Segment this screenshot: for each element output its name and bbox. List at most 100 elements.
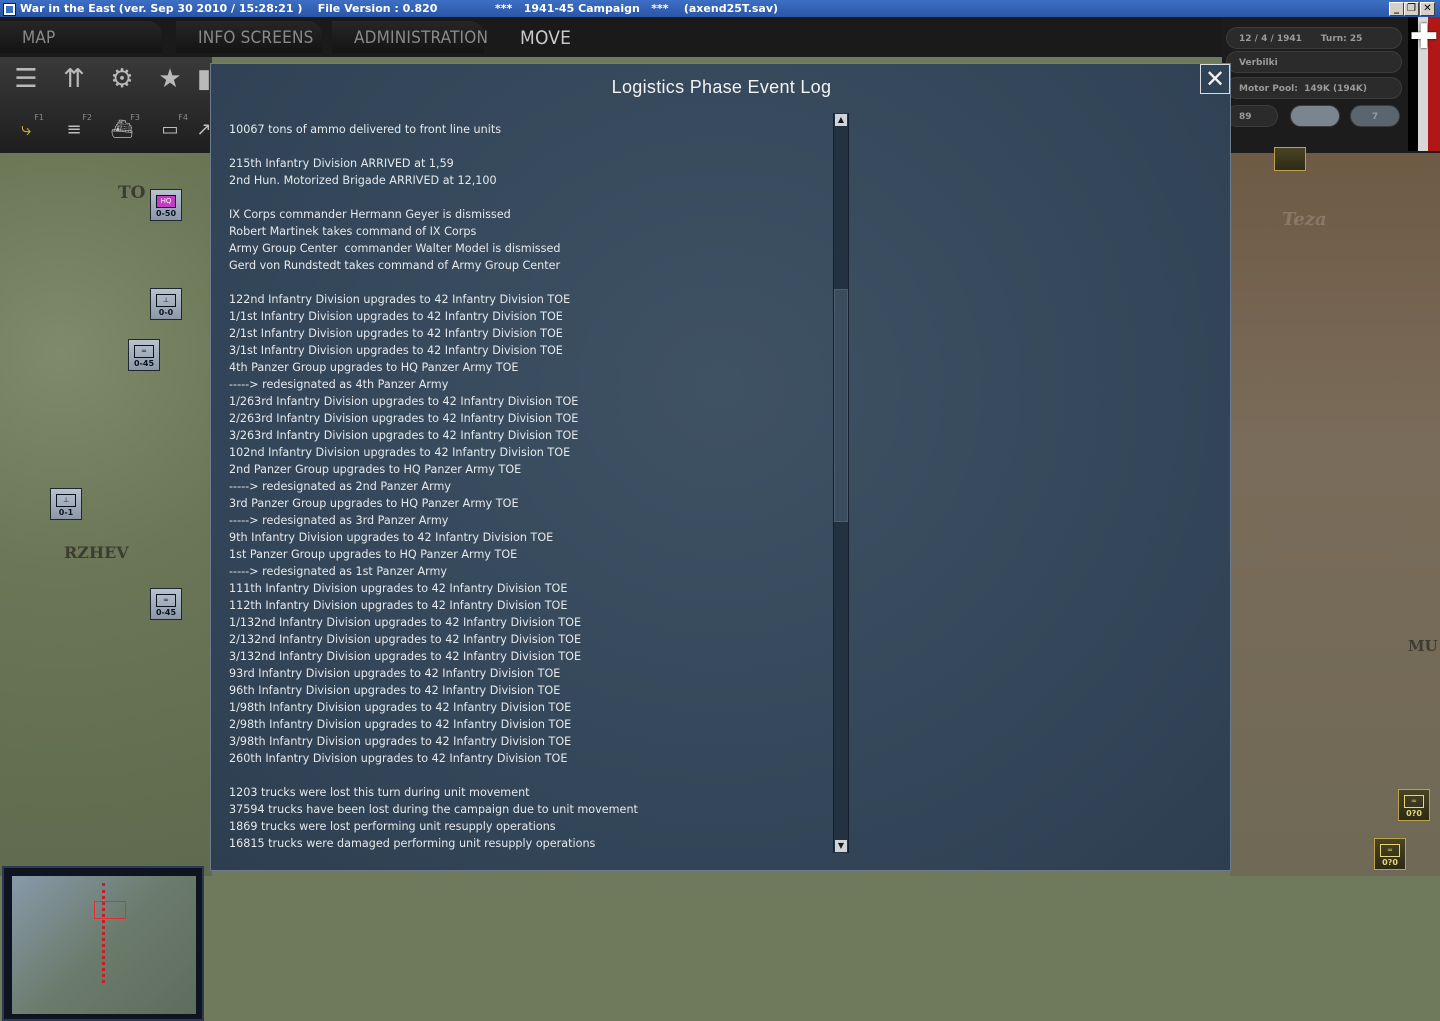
minimize-button[interactable]: _: [1389, 2, 1404, 16]
tab-move[interactable]: MOVE: [498, 21, 618, 53]
hq-label: HQ: [156, 195, 176, 208]
sea-transport-button[interactable]: ▭ F4: [150, 113, 190, 145]
log-entry: 102nd Infantry Division upgrades to 42 I…: [229, 446, 571, 459]
log-entry: 37594 trucks have been lost during the c…: [229, 803, 638, 816]
log-entry: 2/98th Infantry Division upgrades to 42 …: [229, 718, 572, 731]
log-entry: 3/98th Infantry Division upgrades to 42 …: [229, 735, 572, 748]
date-turn-display: 12 / 4 / 1941 Turn: 25: [1226, 27, 1402, 49]
unit-counter[interactable]: ∞ 0-45: [150, 588, 182, 620]
app-icon: [3, 3, 16, 16]
rail-movement-button[interactable]: ≡ F2: [54, 113, 94, 145]
log-entry: Robert Martinek takes command of IX Corp…: [229, 225, 477, 238]
log-entry: 260th Infantry Division upgrades to 42 I…: [229, 752, 568, 765]
counter-value: 0-1: [58, 508, 74, 517]
map-label-rzhev: RZHEV: [64, 543, 129, 562]
map-label-to: TO: [118, 183, 146, 203]
unit-counter[interactable]: HQ 0-50: [150, 189, 182, 221]
log-entry: 215th Infantry Division ARRIVED at 1,59: [229, 157, 454, 170]
tab-info-screens[interactable]: INFO SCREENS: [176, 21, 322, 53]
event-log-dialog: Logistics Phase Event Log ✕ 10067 tons o…: [210, 63, 1231, 871]
log-entry: 1/263rd Infantry Division upgrades to 42…: [229, 395, 579, 408]
minimap[interactable]: [2, 866, 204, 1021]
log-entry: 1869 trucks were lost performing unit re…: [229, 820, 556, 833]
map-right[interactable]: Teza MU ∞ 0?0 ∞ 0?0: [1230, 147, 1440, 876]
counter-value: 0-0: [158, 308, 174, 317]
number-badge: 7: [1350, 105, 1400, 127]
log-entry: -----> redesignated as 1st Panzer Army: [229, 565, 448, 578]
map-left[interactable]: TO RZHEV HQ 0-50 ⊥ 0-0 ∞ 0-45 ⊥ 0-1 ∞ 0-45: [0, 153, 212, 1021]
campaign-title: *** 1941-45 Campaign *** (axend25T.sav): [495, 2, 779, 15]
log-entry: 3rd Panzer Group upgrades to HQ Panzer A…: [229, 497, 519, 510]
unit-counter[interactable]: ∞ 0-45: [128, 339, 160, 371]
map-label-mu: MU: [1408, 637, 1438, 655]
log-entry: -----> redesignated as 4th Panzer Army: [229, 378, 449, 391]
dialog-title: Logistics Phase Event Log: [611, 77, 832, 97]
date-text: 12 / 4 / 1941: [1239, 34, 1302, 44]
close-dialog-button[interactable]: ✕: [1200, 64, 1230, 94]
log-entry: 1st Panzer Group upgrades to HQ Panzer A…: [229, 548, 518, 561]
gear-icon[interactable]: ⚙: [102, 59, 142, 99]
log-entry: Army Group Center commander Walter Model…: [229, 242, 561, 255]
restore-button[interactable]: ❐: [1404, 2, 1419, 16]
log-entry: 3/132nd Infantry Division upgrades to 42…: [229, 650, 582, 663]
menu-bar: MAP INFORMATION INFO SCREENS ADMINISTRAT…: [0, 17, 1222, 82]
tab-map-information[interactable]: MAP INFORMATION: [0, 21, 162, 82]
log-entry: [229, 189, 829, 206]
iron-cross-icon: ✚: [1409, 17, 1439, 57]
scroll-thumb[interactable]: [834, 289, 848, 522]
unit-counter[interactable]: ⊥ 0-1: [50, 488, 82, 520]
log-entry: -----> redesignated as 2nd Panzer Army: [229, 480, 452, 493]
units-icon[interactable]: ⇈: [54, 59, 94, 99]
log-scrollbar[interactable]: ▲ ▼: [833, 113, 849, 853]
log-entry: [229, 274, 829, 291]
turn-text: Turn: 25: [1320, 34, 1363, 44]
value-display: 89: [1226, 105, 1278, 127]
log-entry: [229, 767, 829, 784]
log-entry: IX Corps commander Hermann Geyer is dism…: [229, 208, 511, 221]
log-entry: 2/1st Infantry Division upgrades to 42 I…: [229, 327, 563, 340]
tab-administration[interactable]: ADMINISTRATION: [332, 21, 488, 53]
event-log-list: 10067 tons of ammo delivered to front li…: [229, 121, 829, 852]
location-display: Verbilki: [1226, 51, 1402, 73]
unit-counter[interactable]: ∞ 0?0: [1374, 838, 1406, 870]
log-entry: 1203 trucks were lost this turn during u…: [229, 786, 530, 799]
map-label-teza: Teza: [1282, 209, 1327, 230]
layers-icon[interactable]: ☰: [6, 59, 46, 99]
unit-counter[interactable]: ∞ 0?0: [1398, 789, 1430, 821]
minimap-viewport[interactable]: [94, 901, 126, 919]
counter-value: 0-45: [155, 608, 177, 617]
german-flag: ✚: [1408, 17, 1440, 151]
counter-value: 0?0: [1382, 858, 1398, 867]
log-entry: 2/263rd Infantry Division upgrades to 42…: [229, 412, 579, 425]
log-entry: 3/263rd Infantry Division upgrades to 42…: [229, 429, 579, 442]
scroll-down-arrow-icon[interactable]: ▼: [835, 840, 847, 852]
log-entry: 1/98th Infantry Division upgrades to 42 …: [229, 701, 572, 714]
star-icon[interactable]: ★: [150, 59, 190, 99]
naval-movement-button[interactable]: ⛴ F3: [102, 113, 142, 145]
log-entry: 4th Panzer Group upgrades to HQ Panzer A…: [229, 361, 519, 374]
log-entry: 1/1st Infantry Division upgrades to 42 I…: [229, 310, 563, 323]
road-movement-button[interactable]: ⤷ F1: [6, 113, 46, 145]
fkey-label: F3: [130, 113, 140, 122]
close-window-button[interactable]: ✕: [1420, 2, 1435, 16]
log-entry: [229, 138, 829, 155]
window-title: War in the East (ver. Sep 30 2010 / 15:2…: [20, 2, 438, 15]
log-entry: 10067 tons of ammo delivered to front li…: [229, 123, 502, 136]
log-entry: -----> redesignated as 3rd Panzer Army: [229, 514, 449, 527]
window-title-bar: War in the East (ver. Sep 30 2010 / 15:2…: [0, 0, 1440, 17]
log-entry: 96th Infantry Division upgrades to 42 In…: [229, 684, 561, 697]
fkey-label: F1: [34, 113, 44, 122]
log-entry: 93rd Infantry Division upgrades to 42 In…: [229, 667, 561, 680]
unit-counter[interactable]: [1274, 147, 1306, 171]
fkey-label: F4: [178, 113, 188, 122]
log-entry: 122nd Infantry Division upgrades to 42 I…: [229, 293, 571, 306]
unit-counter[interactable]: ⊥ 0-0: [150, 288, 182, 320]
scroll-up-arrow-icon[interactable]: ▲: [835, 114, 847, 126]
log-entry: 1/132nd Infantry Division upgrades to 42…: [229, 616, 582, 629]
log-entry: 2nd Panzer Group upgrades to HQ Panzer A…: [229, 463, 522, 476]
log-entry: Gerd von Rundstedt takes command of Army…: [229, 259, 561, 272]
log-entry: 111th Infantry Division upgrades to 42 I…: [229, 582, 568, 595]
close-icon: ✕: [1204, 65, 1226, 93]
counter-value: 0-45: [133, 359, 155, 368]
motor-pool-display: Motor Pool: 149K (194K): [1226, 77, 1402, 99]
